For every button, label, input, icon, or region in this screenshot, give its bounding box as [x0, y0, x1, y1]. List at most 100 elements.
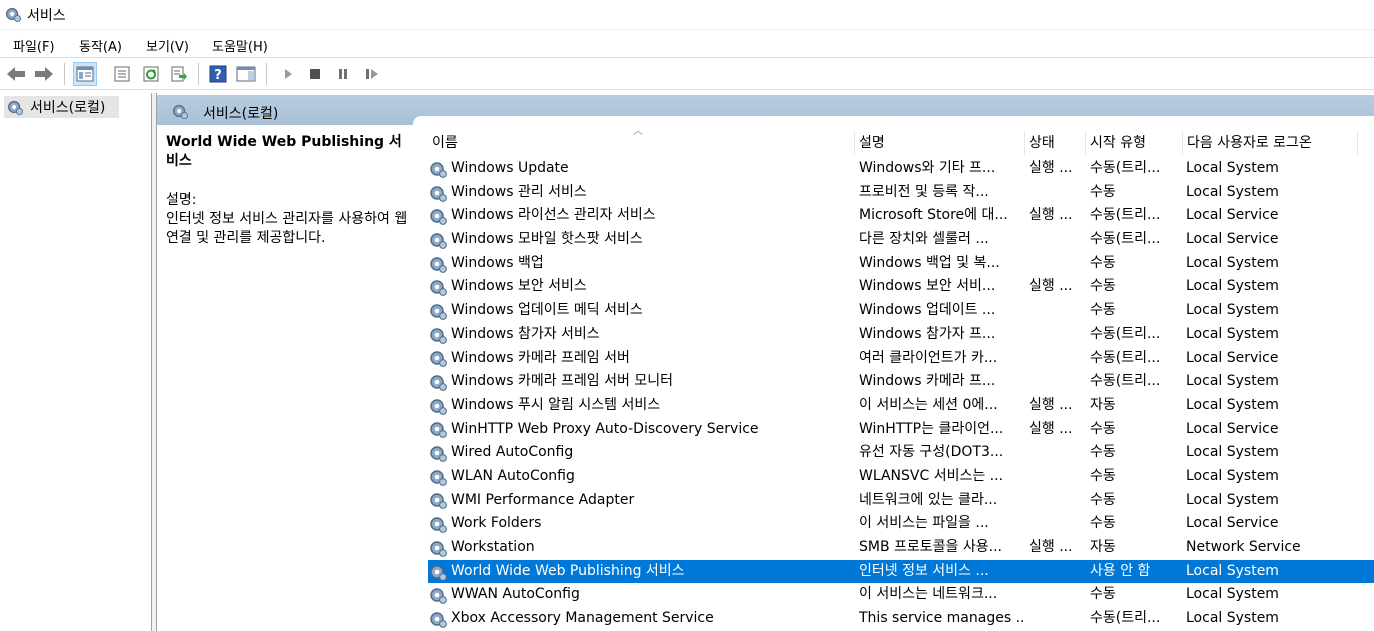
cell-description: Windows 보안 서비... — [859, 278, 996, 295]
service-gear-icon — [430, 564, 447, 581]
table-row[interactable]: Windows 카메라 프레임 서버 여러 클라이언트가 카... 수동(트리...… — [428, 347, 1374, 371]
service-gear-icon — [430, 256, 447, 273]
show-action-pane-button[interactable] — [234, 62, 258, 86]
cell-name: Windows 모바일 핫스팟 서비스 — [428, 228, 848, 252]
show-hide-console-tree-icon — [76, 66, 94, 82]
services-list: ︿ 이름 설명 상태 시작 유형 다음 사용자로 로그온 Windows Upd… — [428, 126, 1374, 631]
restart-service-button[interactable] — [360, 62, 384, 86]
cell-name: Windows 카메라 프레임 서버 모니터 — [428, 370, 848, 394]
help-button[interactable]: ? — [206, 62, 230, 86]
cell-name: Windows Update — [428, 157, 848, 181]
cell-name: Windows 관리 서비스 — [428, 181, 848, 205]
service-name: Wired AutoConfig — [451, 444, 574, 461]
column-header-name[interactable]: 이름 — [428, 131, 855, 155]
cell-log-on-as: Local Service — [1186, 207, 1279, 224]
table-row[interactable]: WWAN AutoConfig 이 서비스는 네트워크... 수동 Local Sys… — [428, 583, 1374, 607]
tree-item-services-local[interactable]: 서비스(로컬) — [4, 96, 119, 118]
properties-button[interactable] — [110, 62, 134, 86]
cell-description: This service manages ... — [859, 610, 1024, 627]
start-service-button[interactable] — [276, 62, 300, 86]
stop-service-button[interactable] — [303, 62, 327, 86]
service-name: Windows 라이선스 관리자 서비스 — [451, 207, 656, 224]
service-gear-icon — [430, 470, 447, 486]
service-gear-icon — [430, 517, 447, 534]
cell-startup-type: 수동(트리... — [1090, 160, 1161, 176]
export-list-button[interactable] — [167, 62, 191, 86]
cell-name: WMI Performance Adapter — [428, 489, 848, 513]
table-row[interactable]: Windows 보안 서비스 Windows 보안 서비... 실행 ... 수동 Lo… — [428, 275, 1374, 299]
service-name: WLAN AutoConfig — [451, 467, 575, 484]
cell-startup-type: 수동(트리... — [1090, 207, 1161, 224]
cell-startup-type: 수동 — [1090, 586, 1116, 603]
table-row[interactable]: Windows 모바일 핫스팟 서비스 다른 장치와 셀룰러 ... 수동(트리..… — [428, 228, 1374, 252]
table-row-selected[interactable]: World Wide Web Publishing 서비스 인터넷 정보 서비스 … — [428, 559, 1374, 584]
show-hide-console-tree-button[interactable] — [73, 62, 97, 86]
refresh-button[interactable] — [139, 62, 163, 86]
table-row[interactable]: Work Folders 이 서비스는 파일을 ... 수동 Local Servic… — [428, 512, 1374, 536]
service-gear-icon — [430, 185, 447, 202]
cell-name: Windows 카메라 프레임 서버 — [428, 347, 848, 371]
cell-status — [1029, 299, 1083, 323]
selected-service-title: World Wide Web Publishing 서비스 — [166, 134, 402, 169]
cell-startup-type: 수동(트리... — [1090, 231, 1161, 248]
back-button[interactable] — [4, 62, 28, 86]
toolbar: ? — [0, 57, 1374, 90]
services-gear-icon — [173, 104, 189, 120]
cell-log-on-as: Local System — [1186, 278, 1279, 295]
forward-button[interactable] — [32, 62, 56, 86]
menu-file[interactable]: 파일(F) — [13, 36, 55, 55]
service-name: Windows 카메라 프레임 서버 모니터 — [451, 373, 673, 390]
cell-description: SMB 프로토콜을 사용... — [859, 539, 1002, 555]
table-row[interactable]: Windows 푸시 알림 시스템 서비스 이 서비스는 세션 0에... 실행 .… — [428, 394, 1374, 418]
table-row[interactable]: Wired AutoConfig 유선 자동 구성(DOT3... 수동 Local … — [428, 441, 1374, 465]
toolbar-separator — [64, 63, 65, 85]
back-icon — [7, 67, 25, 81]
services-gear-icon — [8, 100, 24, 116]
table-row[interactable]: WinHTTP Web Proxy Auto-Discovery Service… — [428, 418, 1374, 442]
cell-startup-type: 수동 — [1090, 491, 1116, 508]
cell-status: 실행 ... — [1029, 160, 1073, 176]
menu-help[interactable]: 도움말(H) — [212, 36, 268, 55]
service-gear-icon — [430, 422, 447, 439]
table-row[interactable]: Windows Update Windows와 기타 프... 실행 ... 수동(트… — [428, 157, 1374, 181]
table-row[interactable]: Windows 참가자 서비스 Windows 참가자 프... 수동(트리... L… — [428, 323, 1374, 347]
column-header-status[interactable]: 상태 — [1025, 131, 1086, 155]
table-row[interactable]: Workstation SMB 프로토콜을 사용... 실행 ... 자동 Networ… — [428, 536, 1374, 560]
table-row[interactable]: WLAN AutoConfig WLANSVC 서비스는 ... 수동 Local S… — [428, 465, 1374, 489]
column-header-description[interactable]: 설명 — [855, 131, 1025, 155]
table-row[interactable]: Windows 카메라 프레임 서버 모니터 Windows 카메라 프... 수동… — [428, 370, 1374, 394]
column-header-startup-type[interactable]: 시작 유형 — [1086, 131, 1183, 155]
cell-status: 실행 ... — [1029, 207, 1073, 224]
cell-log-on-as: Local System — [1186, 254, 1279, 271]
cell-description: 인터넷 정보 서비스 ... — [859, 562, 989, 579]
cell-log-on-as: Local System — [1186, 562, 1279, 579]
cell-description: 프로비전 및 등록 작... — [859, 183, 989, 200]
table-row[interactable]: Windows 라이선스 관리자 서비스 Microsoft Store에 대..… — [428, 204, 1374, 228]
table-row[interactable]: Xbox Accessory Management Service This se… — [428, 607, 1374, 631]
service-name: Work Folders — [451, 515, 542, 532]
cell-description: 이 서비스는 네트워크... — [859, 586, 998, 603]
table-row[interactable]: Windows 백업 Windows 백업 및 복... 수동 Local Syste… — [428, 252, 1374, 276]
menu-view[interactable]: 보기(V) — [146, 36, 189, 55]
service-gear-icon — [430, 162, 447, 178]
title-bar: 서비스 — [0, 0, 1374, 29]
cell-name: Work Folders — [428, 512, 848, 536]
column-header-log-on-as[interactable]: 다음 사용자로 로그온 — [1183, 131, 1358, 155]
cell-description: 네트워크에 있는 클라... — [859, 491, 998, 508]
service-gear-icon — [430, 280, 447, 297]
menu-action[interactable]: 동작(A) — [79, 36, 122, 55]
cell-status — [1029, 347, 1083, 371]
cell-startup-type: 사용 안 함 — [1090, 562, 1151, 579]
stop-icon — [310, 69, 320, 79]
show-action-pane-icon — [236, 66, 256, 82]
cell-name: Workstation — [428, 536, 848, 560]
table-row[interactable]: Windows 관리 서비스 프로비전 및 등록 작... 수동 Local Syst… — [428, 181, 1374, 205]
window-title: 서비스 — [27, 8, 66, 24]
service-gear-icon — [430, 493, 447, 510]
cell-log-on-as: Local System — [1186, 325, 1279, 342]
table-row[interactable]: Windows 업데이트 메딕 서비스 Windows 업데이트 ... 수동 Loc… — [428, 299, 1374, 323]
cell-status — [1029, 560, 1083, 584]
pause-service-button[interactable] — [331, 62, 355, 86]
cell-description: Windows와 기타 프... — [859, 160, 996, 176]
table-row[interactable]: WMI Performance Adapter 네트워크에 있는 클라... 수동 L… — [428, 489, 1374, 513]
